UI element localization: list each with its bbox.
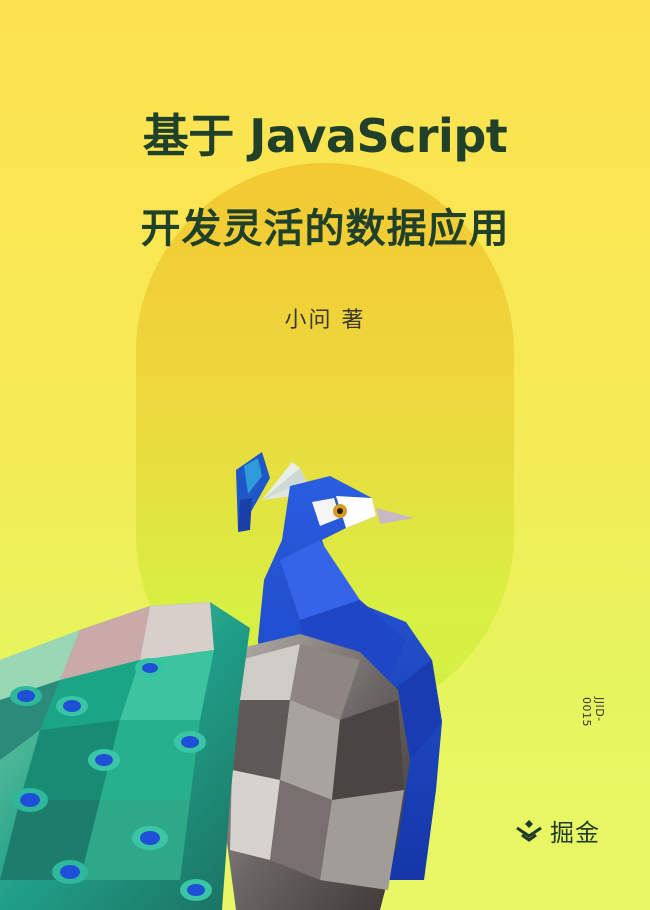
peacock-tail bbox=[0, 602, 250, 910]
peacock-wing bbox=[220, 634, 410, 910]
book-cover: 基于 JavaScript 开发灵活的数据应用 小问 著 JJID-0015 掘… bbox=[0, 0, 650, 910]
serial-number: JJID-0015 bbox=[580, 697, 606, 727]
peacock-illustration bbox=[0, 452, 442, 910]
publisher-brand: 掘金 bbox=[514, 812, 614, 848]
brand-name: 掘金 bbox=[550, 818, 600, 847]
juejin-logo-icon bbox=[516, 820, 542, 842]
